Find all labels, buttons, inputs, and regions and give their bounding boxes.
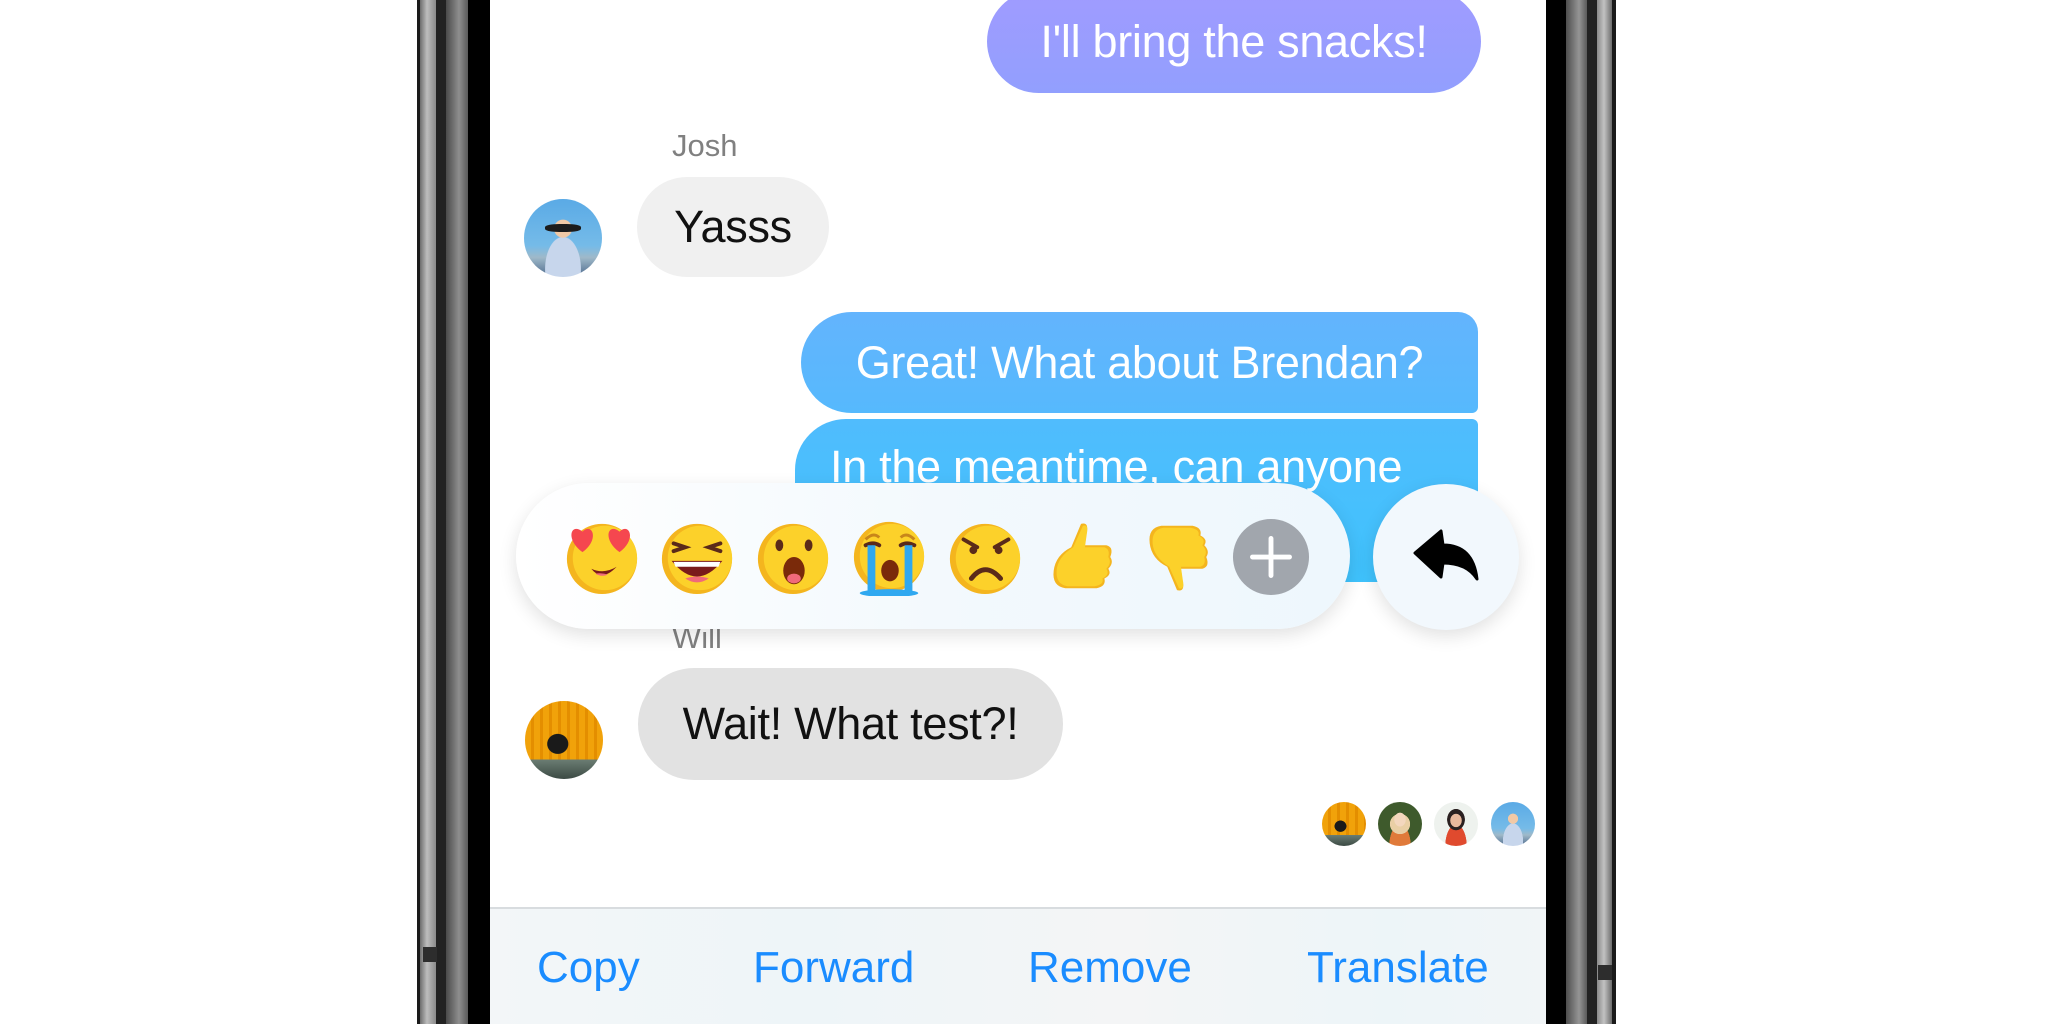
wow-emoji-icon[interactable] [754, 518, 832, 596]
thumbs-up-emoji-icon[interactable] [1042, 518, 1120, 596]
copy-button[interactable]: Copy [537, 943, 640, 993]
read-receipt-josh-avatar [1491, 802, 1535, 846]
message-text: Wait! What test?! [682, 698, 1019, 749]
chat-screen: I'll bring the snacks! Josh Yasss Great!… [490, 0, 1546, 1024]
josh-avatar[interactable] [524, 199, 602, 277]
angry-emoji-icon[interactable] [946, 518, 1024, 596]
laughing-emoji-icon[interactable] [658, 518, 736, 596]
forward-button[interactable]: Forward [753, 943, 914, 993]
reaction-picker [516, 483, 1350, 629]
read-receipt-brunette-avatar [1434, 802, 1478, 846]
reply-icon [1413, 529, 1479, 581]
side-button [423, 947, 437, 962]
side-button [1598, 965, 1612, 980]
message-bubble-incoming[interactable]: Yasss [637, 177, 829, 277]
message-action-bar: Copy Forward Remove Translate [490, 907, 1546, 1024]
message-bubble-outgoing[interactable]: I'll bring the snacks! [987, 0, 1481, 93]
sunglasses [545, 223, 581, 232]
crying-emoji-icon[interactable] [850, 518, 928, 596]
phone-bezel-right [1546, 0, 1616, 1024]
remove-button[interactable]: Remove [1028, 943, 1192, 993]
read-receipt-will-avatar [1322, 802, 1366, 846]
will-avatar[interactable] [525, 701, 603, 779]
message-text: Yasss [674, 201, 792, 252]
more-reactions-plus-icon[interactable] [1232, 518, 1310, 596]
translate-button[interactable]: Translate [1307, 943, 1489, 993]
message-text: Great! What about Brendan? [855, 336, 1424, 388]
phone-bezel-left [417, 0, 490, 1024]
read-receipt-blonde-avatar [1378, 802, 1422, 846]
message-bubble-outgoing[interactable]: Great! What about Brendan? [801, 312, 1478, 413]
message-bubble-incoming[interactable]: Wait! What test?! [638, 668, 1063, 780]
sender-name: Josh [672, 128, 738, 163]
heart-eyes-emoji-icon[interactable] [563, 518, 641, 596]
message-text: I'll bring the snacks! [1040, 15, 1428, 67]
reply-button[interactable] [1373, 484, 1519, 630]
thumbs-down-emoji-icon[interactable] [1138, 518, 1216, 596]
